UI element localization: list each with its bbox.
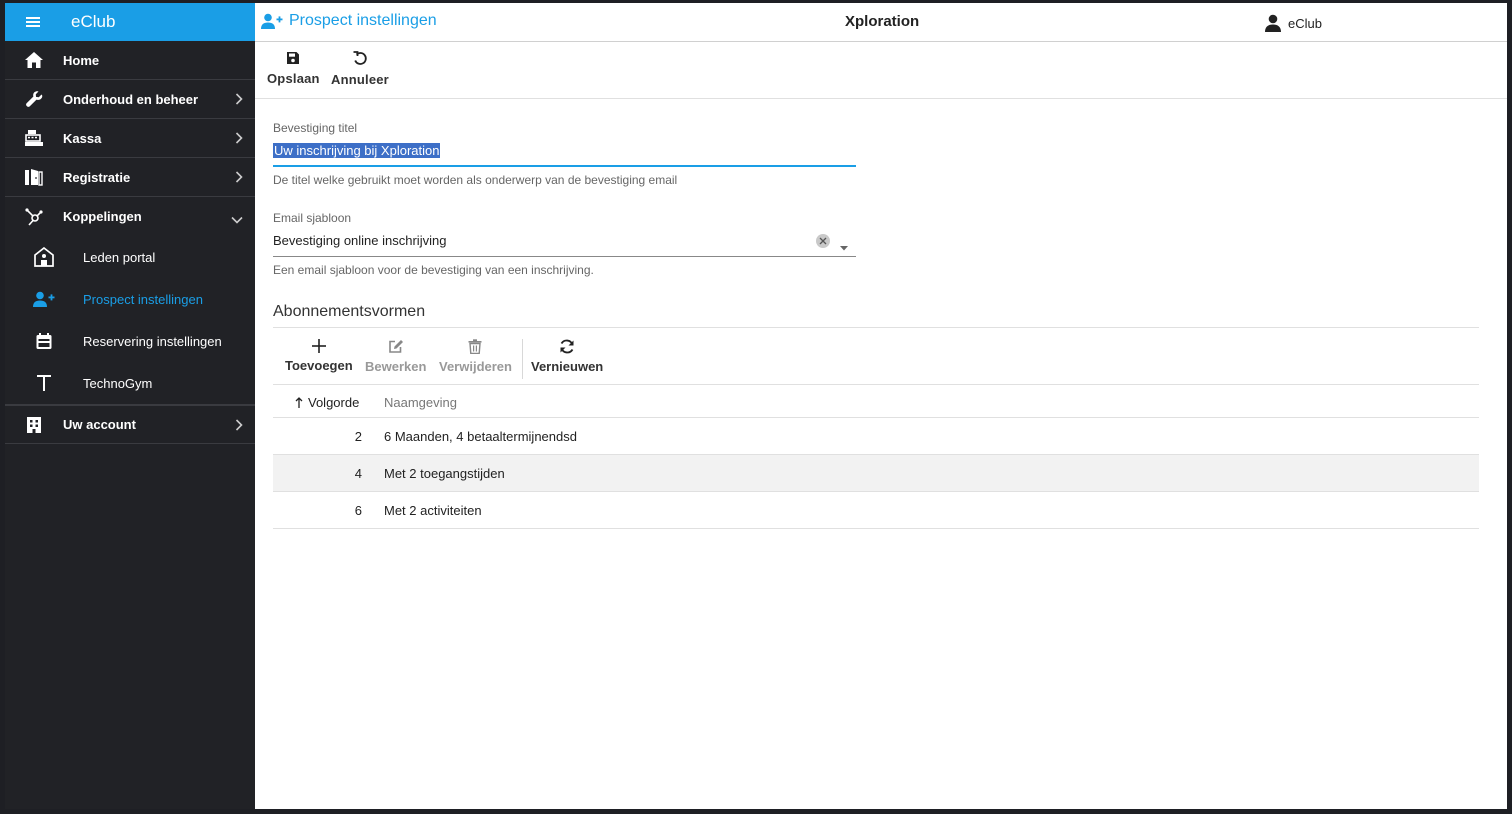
sidebar-item-label: Home — [63, 52, 100, 68]
cell-name: 6 Maanden, 4 betaaltermijnendsd — [384, 429, 577, 444]
sidebar-item-label: Prospect instellingen — [83, 291, 203, 307]
building-icon — [5, 416, 63, 434]
cell-order: 6 — [354, 503, 362, 518]
sidebar-item-technogym[interactable]: TechnoGym — [5, 362, 255, 404]
sidebar-group-koppelingen: Koppelingen Leden portal Prospect instel… — [5, 197, 255, 405]
cell-name: Met 2 toegangstijden — [384, 466, 505, 481]
dropdown-arrow-icon[interactable] — [840, 239, 848, 254]
cell-order: 4 — [354, 466, 362, 481]
toolbar-divider — [522, 339, 523, 379]
user-icon — [1265, 14, 1281, 32]
title-input[interactable]: Uw inschrijving bij Xploration — [273, 143, 856, 167]
cancel-label: Annuleer — [331, 72, 389, 87]
sidebar-item-reservering-instellingen[interactable]: Reservering instellingen — [5, 320, 255, 362]
sidebar-item-kassa[interactable]: Kassa — [5, 119, 255, 158]
sidebar-item-label: TechnoGym — [83, 375, 153, 391]
title-field-hint: De titel welke gebruikt moet worden als … — [273, 173, 678, 187]
chevron-right-icon — [235, 131, 243, 149]
sidebar-item-koppelingen[interactable]: Koppelingen — [5, 197, 255, 236]
refresh-icon — [560, 339, 574, 354]
delete-button[interactable]: Verwijderen — [439, 339, 512, 374]
door-entry-icon — [5, 168, 63, 186]
sidebar-item-label: Leden portal — [83, 249, 156, 265]
sidebar-item-leden-portal[interactable]: Leden portal — [5, 236, 255, 278]
clear-icon[interactable] — [816, 234, 830, 248]
trash-icon — [468, 339, 482, 354]
hub-icon — [5, 207, 63, 226]
template-field-label: Email sjabloon — [273, 211, 352, 225]
delete-label: Verwijderen — [439, 359, 512, 374]
table-header: Volgorde Naamgeving — [273, 385, 1479, 418]
undo-icon — [353, 51, 367, 65]
cancel-button[interactable]: Annuleer — [331, 51, 389, 87]
cell-name: Met 2 activiteiten — [384, 503, 482, 518]
edit-label: Bewerken — [365, 359, 427, 374]
sidebar-item-label: Koppelingen — [63, 209, 142, 224]
chevron-right-icon — [235, 170, 243, 188]
page-title: Prospect instellingen — [261, 12, 437, 30]
column-header-volgorde[interactable]: Volgorde — [295, 395, 359, 410]
grid-toolbar: Toevoegen Bewerken Verwijderen Vernieuwe… — [273, 335, 1479, 385]
wrench-icon — [5, 90, 63, 108]
save-button[interactable]: Opslaan — [267, 51, 320, 86]
sidebar-item-home[interactable]: Home — [5, 41, 255, 80]
sidebar-item-label: Reservering instellingen — [83, 333, 222, 349]
sidebar-item-onderhoud[interactable]: Onderhoud en beheer — [5, 80, 255, 119]
main-toolbar: Opslaan Annuleer — [255, 42, 1507, 99]
sidebar-item-label: Kassa — [63, 130, 102, 146]
column-header-label: Naamgeving — [384, 395, 457, 410]
table-row[interactable]: 6 Met 2 activiteiten — [273, 492, 1479, 529]
template-select[interactable]: Bevestiging online inschrijving — [273, 233, 856, 257]
add-button[interactable]: Toevoegen — [285, 339, 353, 373]
save-label: Opslaan — [267, 71, 320, 86]
plus-icon — [311, 339, 326, 353]
top-bar: Prospect instellingen Xploration eClub — [255, 3, 1507, 42]
sidebar-item-label: Onderhoud en beheer — [63, 91, 199, 107]
table-row[interactable]: 4 Met 2 toegangstijden — [273, 455, 1479, 492]
user-name: eClub — [1288, 15, 1322, 31]
add-user-icon — [261, 13, 283, 29]
add-label: Toevoegen — [285, 358, 353, 373]
column-header-label: Volgorde — [308, 395, 360, 410]
cell-order: 2 — [354, 429, 362, 444]
sidebar-item-label: Registratie — [63, 169, 131, 185]
user-menu[interactable]: eClub — [1265, 14, 1322, 32]
technogym-icon — [5, 374, 83, 392]
column-header-naamgeving[interactable]: Naamgeving — [384, 395, 457, 410]
table-row[interactable]: 2 6 Maanden, 4 betaaltermijnendsd — [273, 418, 1479, 455]
refresh-label: Vernieuwen — [531, 359, 604, 374]
chevron-right-icon — [235, 92, 243, 110]
save-icon — [287, 52, 300, 64]
app-window: eClub Home Onderhoud en beheer Kassa Reg… — [5, 3, 1507, 809]
template-field-hint: Een email sjabloon voor de bevestiging v… — [273, 263, 594, 277]
sort-ascending-icon — [295, 396, 303, 408]
title-input-value: Uw inschrijving bij Xploration — [273, 143, 441, 158]
edit-icon — [388, 340, 403, 353]
sidebar-item-label: Uw account — [63, 417, 136, 432]
chevron-right-icon — [235, 418, 243, 436]
section-title: Abonnementsvormen — [273, 303, 1479, 328]
sidebar-item-registratie[interactable]: Registratie — [5, 158, 255, 197]
add-user-icon — [5, 291, 83, 307]
title-field: Bevestiging titel Uw inschrijving bij Xp… — [273, 121, 856, 187]
sidebar-item-uw-account[interactable]: Uw account — [5, 405, 255, 444]
refresh-button[interactable]: Vernieuwen — [531, 339, 603, 374]
template-select-value: Bevestiging online inschrijving — [273, 233, 447, 248]
brand-name: eClub — [71, 12, 116, 31]
title-field-label: Bevestiging titel — [273, 121, 358, 135]
brand-bar: eClub — [5, 3, 255, 41]
menu-icon[interactable] — [5, 16, 61, 28]
edit-button[interactable]: Bewerken — [365, 339, 426, 374]
member-portal-icon — [5, 247, 83, 267]
home-icon — [5, 51, 63, 69]
app-title: Xploration — [845, 13, 920, 30]
chevron-down-icon — [231, 211, 243, 229]
page-title-text: Prospect instellingen — [289, 12, 437, 29]
template-field: Email sjabloon Bevestiging online inschr… — [273, 211, 856, 277]
calendar-icon — [5, 332, 83, 350]
cash-register-icon — [5, 129, 63, 147]
sidebar: eClub Home Onderhoud en beheer Kassa Reg… — [5, 3, 255, 809]
sidebar-item-prospect-instellingen[interactable]: Prospect instellingen — [5, 278, 255, 320]
